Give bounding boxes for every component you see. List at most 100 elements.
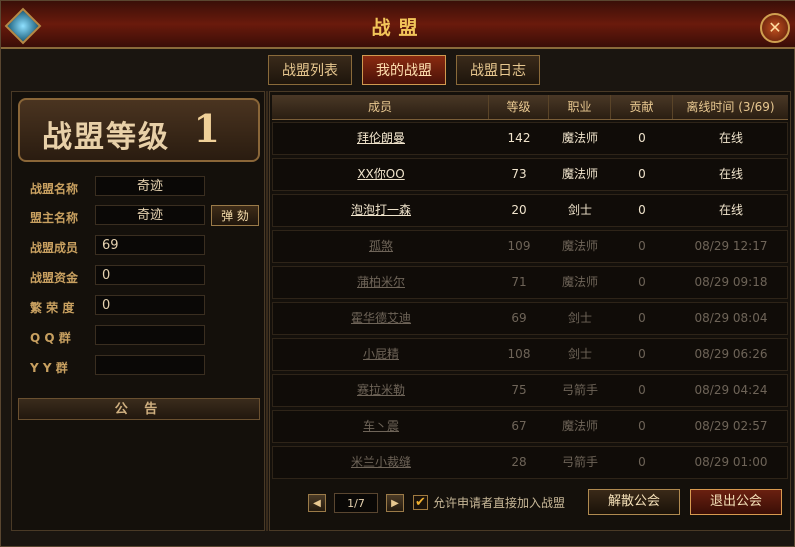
guild-name-field: 奇迹 (95, 176, 205, 196)
col-header-offline-time[interactable]: 离线时间 (3/69) (672, 95, 788, 119)
members-label: 战盟成员 (30, 241, 79, 255)
member-contribution: 0 (638, 239, 646, 253)
member-level: 142 (507, 131, 531, 145)
close-button[interactable]: ✕ (760, 13, 790, 43)
member-level: 108 (507, 347, 531, 361)
qq-group-label: Q Q 群 (30, 331, 71, 345)
member-offline-time: 08/29 06:26 (694, 347, 768, 361)
member-level: 69 (511, 311, 527, 325)
member-class: 剑士 (567, 347, 592, 361)
tab-guild-log[interactable]: 战盟日志 (456, 55, 540, 85)
impeach-button[interactable]: 弹 劾 (211, 205, 259, 226)
table-row[interactable]: 赛拉米勒 75 弓箭手 0 08/29 04:24 (272, 374, 788, 407)
col-header-member[interactable]: 成员 (272, 95, 488, 119)
member-contribution: 0 (638, 311, 646, 325)
guild-window: 战盟 ✕ 战盟列表 我的战盟 战盟日志 战盟等级 1 战盟名称 奇迹 盟主名称 … (0, 0, 795, 547)
member-level: 73 (511, 167, 527, 181)
yy-group-label: Y Y 群 (30, 361, 68, 375)
table-row[interactable]: 蒲柏米尔 71 魔法师 0 08/29 09:18 (272, 266, 788, 299)
member-name[interactable]: 霍华德艾迪 (273, 303, 489, 334)
title-bar: 战盟 ✕ (1, 1, 795, 49)
member-class: 魔法师 (561, 239, 598, 253)
member-class: 魔法师 (561, 167, 598, 181)
member-level: 67 (511, 419, 527, 433)
member-offline-time: 08/29 04:24 (694, 383, 768, 397)
table-row[interactable]: 孤煞 109 魔法师 0 08/29 12:17 (272, 230, 788, 263)
table-row[interactable]: 小屁精 108 剑士 0 08/29 06:26 (272, 338, 788, 371)
guild-level-label: 战盟等级 (42, 120, 170, 155)
auto-join-label: 允许申请者直接加入战盟 (433, 496, 566, 510)
member-offline-time: 在线 (718, 167, 743, 181)
table-row[interactable]: XX你OO 73 魔法师 0 在线 (272, 158, 788, 191)
leader-name-field: 奇迹 (95, 205, 205, 225)
members-field: 69 (95, 235, 205, 255)
guild-info-panel: 战盟等级 1 战盟名称 奇迹 盟主名称 奇迹 弹 劾 战盟成员 69 战盟资金 … (11, 91, 265, 531)
member-contribution: 0 (638, 383, 646, 397)
qq-group-field[interactable] (95, 325, 205, 345)
page-indicator: 1/7 (334, 493, 378, 513)
next-page-button[interactable]: ▶ (386, 494, 404, 512)
member-contribution: 0 (638, 347, 646, 361)
member-level: 28 (511, 455, 527, 469)
member-contribution: 0 (638, 455, 646, 469)
window-title: 战盟 (371, 17, 426, 39)
member-class: 魔法师 (561, 275, 598, 289)
table-row[interactable]: 拜伦朗曼 142 魔法师 0 在线 (272, 122, 788, 155)
member-name[interactable]: 赛拉米勒 (273, 375, 489, 406)
table-row[interactable]: 霍华德艾迪 69 剑士 0 08/29 08:04 (272, 302, 788, 335)
prosperity-field: 0 (95, 295, 205, 315)
member-offline-time: 08/29 01:00 (694, 455, 768, 469)
member-name[interactable]: 蒲柏米尔 (273, 267, 489, 298)
member-level: 20 (511, 203, 527, 217)
member-name[interactable]: 孤煞 (273, 231, 489, 262)
member-level: 75 (511, 383, 527, 397)
funds-label: 战盟资金 (30, 271, 79, 285)
member-name[interactable]: XX你OO (273, 159, 489, 190)
member-table-header: 成员 等级 职业 贡献 离线时间 (3/69) (272, 95, 788, 120)
member-class: 弓箭手 (561, 455, 598, 469)
auto-join-checkbox[interactable]: ✔ (413, 495, 428, 510)
guild-level-plaque: 战盟等级 1 (18, 98, 260, 162)
member-offline-time: 在线 (718, 131, 743, 145)
col-header-class[interactable]: 职业 (548, 95, 610, 119)
member-class: 剑士 (567, 203, 592, 217)
member-contribution: 0 (638, 131, 646, 145)
prosperity-label: 繁 荣 度 (30, 301, 75, 315)
leave-guild-button[interactable]: 退出公会 (690, 489, 782, 515)
guild-level-value: 1 (193, 106, 220, 151)
member-class: 魔法师 (561, 419, 598, 433)
funds-field: 0 (95, 265, 205, 285)
disband-guild-button[interactable]: 解散公会 (588, 489, 680, 515)
member-class: 魔法师 (561, 131, 598, 145)
member-offline-time: 08/29 02:57 (694, 419, 768, 433)
member-list-footer: ◀ 1/7 ▶ ✔ 允许申请者直接加入战盟 解散公会 退出公会 (272, 486, 788, 526)
member-name[interactable]: 拜伦朗曼 (273, 123, 489, 154)
member-contribution: 0 (638, 167, 646, 181)
member-name[interactable]: 小屁精 (273, 339, 489, 370)
table-row[interactable]: 泡泡打一森 20 剑士 0 在线 (272, 194, 788, 227)
member-level: 109 (507, 239, 531, 253)
yy-group-field[interactable] (95, 355, 205, 375)
prev-page-button[interactable]: ◀ (308, 494, 326, 512)
member-offline-time: 08/29 08:04 (694, 311, 768, 325)
table-row[interactable]: 米兰小裁缝 28 弓箭手 0 08/29 01:00 (272, 446, 788, 479)
member-name[interactable]: 米兰小裁缝 (273, 447, 489, 478)
col-header-level[interactable]: 等级 (488, 95, 548, 119)
tab-my-guild[interactable]: 我的战盟 (362, 55, 446, 85)
member-class: 弓箭手 (561, 383, 598, 397)
leader-name-label: 盟主名称 (30, 211, 79, 225)
guild-name-label: 战盟名称 (30, 182, 79, 196)
member-class: 剑士 (567, 311, 592, 325)
tab-guild-list[interactable]: 战盟列表 (268, 55, 352, 85)
table-row[interactable]: 车丶震 67 魔法师 0 08/29 02:57 (272, 410, 788, 443)
member-list-panel: 成员 等级 职业 贡献 离线时间 (3/69) 拜伦朗曼 142 魔法师 0 在线 XX你… (269, 91, 791, 531)
col-header-contribution[interactable]: 贡献 (610, 95, 672, 119)
member-level: 71 (511, 275, 527, 289)
member-offline-time: 08/29 09:18 (694, 275, 768, 289)
notice-header: 公 告 (18, 398, 260, 420)
panel-divider (266, 91, 268, 531)
member-contribution: 0 (638, 419, 646, 433)
member-offline-time: 在线 (718, 203, 743, 217)
member-name[interactable]: 泡泡打一森 (273, 195, 489, 226)
member-name[interactable]: 车丶震 (273, 411, 489, 442)
